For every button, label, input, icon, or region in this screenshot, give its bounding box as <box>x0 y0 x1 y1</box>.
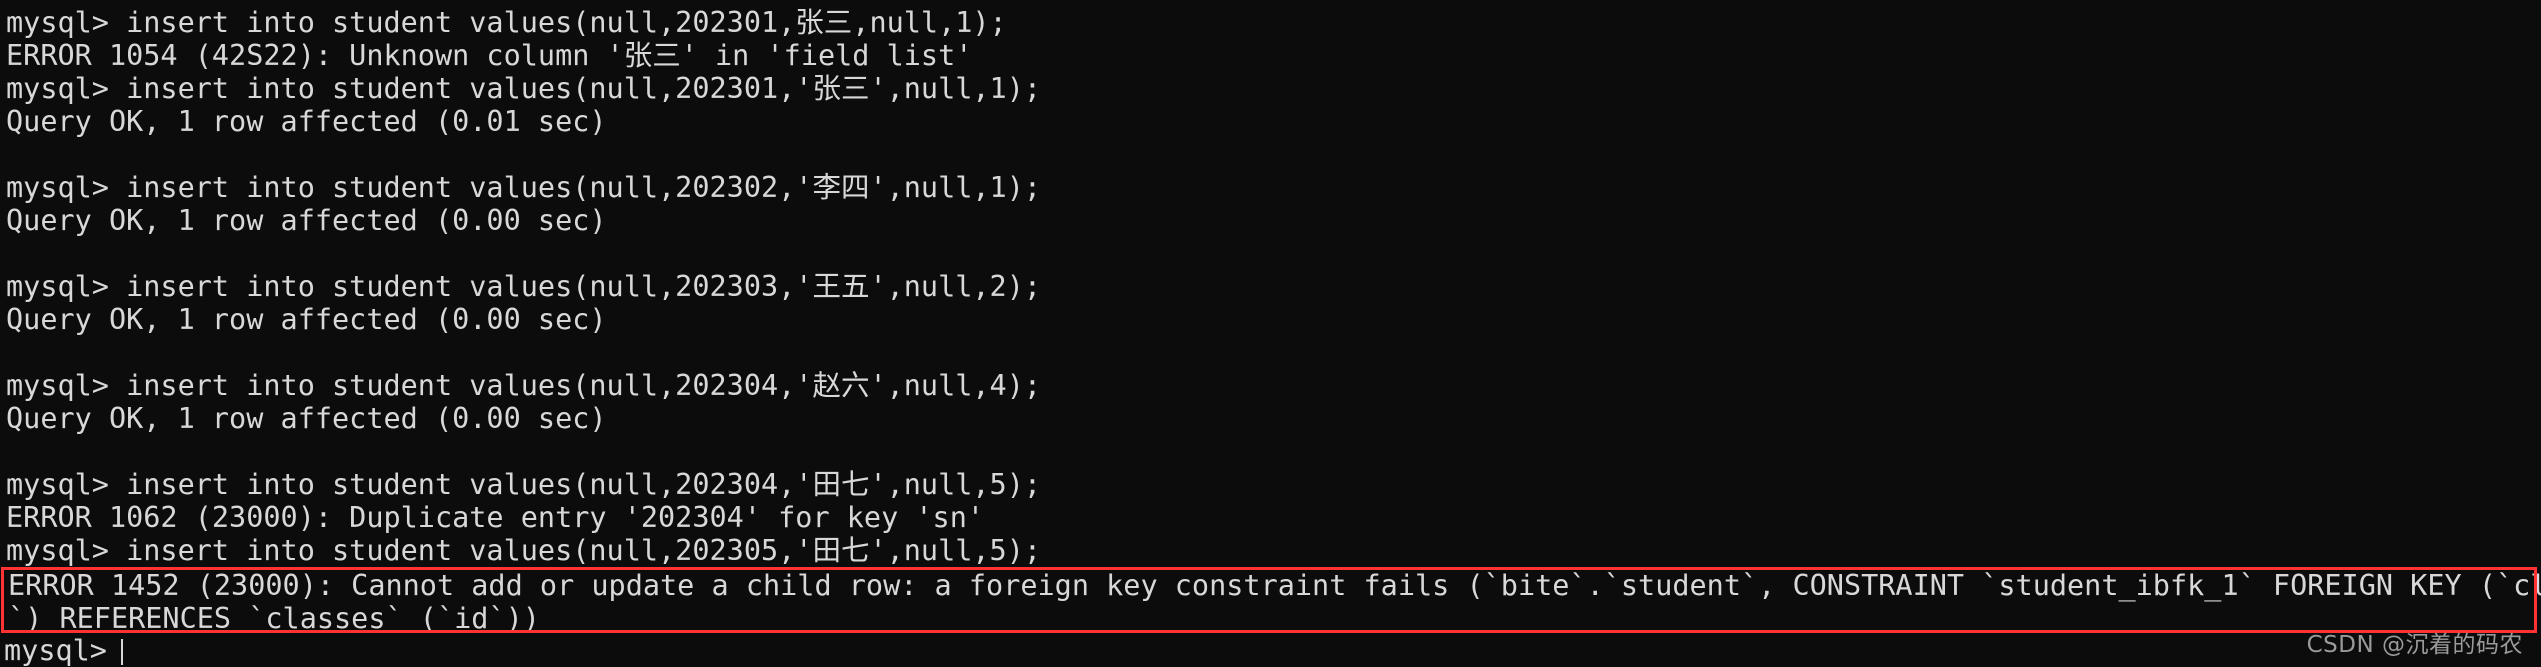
terminal-line: mysql> insert into student values(null,2… <box>6 534 1042 567</box>
terminal-line: mysql> insert into student values(null,2… <box>6 270 1042 303</box>
terminal-line: ERROR 1062 (23000): Duplicate entry '202… <box>6 501 985 534</box>
terminal-line: ERROR 1054 (42S22): Unknown column '张三' … <box>6 39 973 72</box>
error-line-2: `) REFERENCES `classes` (`id`)) <box>8 602 540 635</box>
prompt-text: mysql> <box>4 634 107 667</box>
terminal-line: Query OK, 1 row affected (0.01 sec) <box>6 105 607 138</box>
terminal-line: Query OK, 1 row affected (0.00 sec) <box>6 303 607 336</box>
error-line-1: ERROR 1452 (23000): Cannot add or update… <box>8 569 2541 602</box>
terminal-line: mysql> insert into student values(null,2… <box>6 72 1042 105</box>
terminal-window[interactable]: mysql> insert into student values(null,2… <box>0 0 2541 665</box>
terminal-line: mysql> insert into student values(null,2… <box>6 468 1042 501</box>
terminal-scrollback: mysql> insert into student values(null,2… <box>2 6 2541 567</box>
terminal-line: mysql> insert into student values(null,2… <box>6 171 1042 204</box>
terminal-line: mysql> insert into student values(null,2… <box>6 369 1042 402</box>
text-cursor <box>120 639 123 665</box>
csdn-watermark: CSDN @沉着的码农 <box>2306 632 2523 658</box>
terminal-line: mysql> insert into student values(null,2… <box>6 6 1007 39</box>
foreign-key-error-message: ERROR 1452 (23000): Cannot add or update… <box>4 569 2541 635</box>
terminal-prompt-line[interactable]: mysql> <box>4 636 123 665</box>
terminal-line: Query OK, 1 row affected (0.00 sec) <box>6 402 607 435</box>
terminal-line: Query OK, 1 row affected (0.00 sec) <box>6 204 607 237</box>
